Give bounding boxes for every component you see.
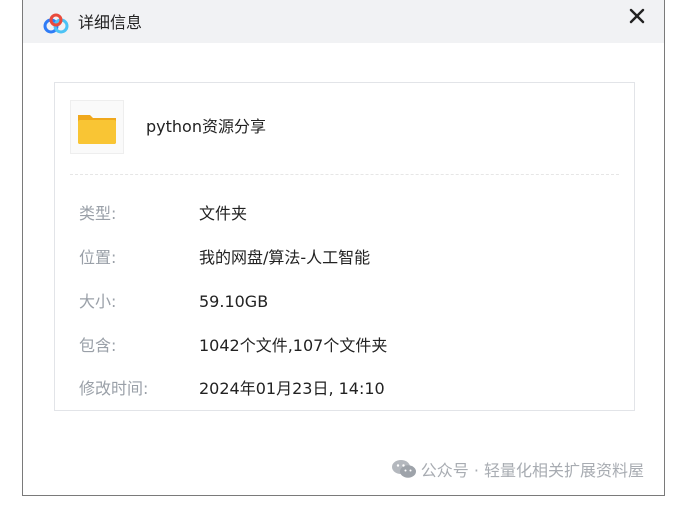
detail-label: 修改时间:: [79, 379, 149, 398]
baidu-netdisk-logo-icon: [43, 13, 69, 34]
detail-value: 2024年01月23日, 14:10: [199, 379, 385, 398]
folder-thumbnail: [70, 100, 124, 154]
detail-value: 文件夹: [199, 204, 248, 223]
wechat-icon: [391, 460, 416, 478]
divider: [70, 174, 619, 175]
file-name: python资源分享: [146, 117, 266, 136]
close-icon[interactable]: [624, 2, 650, 30]
detail-label: 大小:: [79, 292, 117, 311]
dialog-title: 详细信息: [78, 13, 143, 32]
details-dialog: 详细信息 python资源分享 类型: 文件夹 位置: 我的网盘/算法-人工智能…: [22, 0, 665, 496]
detail-value: 我的网盘/算法-人工智能: [199, 248, 371, 267]
detail-label: 位置:: [79, 248, 117, 267]
dialog-titlebar: 详细信息: [23, 0, 664, 43]
watermark: 公众号 · 轻量化相关扩展资料屋: [391, 459, 644, 482]
detail-value: 59.10GB: [199, 292, 269, 311]
details-panel: python资源分享 类型: 文件夹 位置: 我的网盘/算法-人工智能 大小: …: [54, 82, 635, 411]
folder-icon: [78, 115, 116, 144]
detail-label: 包含:: [79, 336, 117, 355]
detail-value: 1042个文件,107个文件夹: [199, 336, 388, 355]
watermark-text: 公众号 · 轻量化相关扩展资料屋: [420, 461, 644, 480]
detail-label: 类型:: [79, 204, 117, 223]
